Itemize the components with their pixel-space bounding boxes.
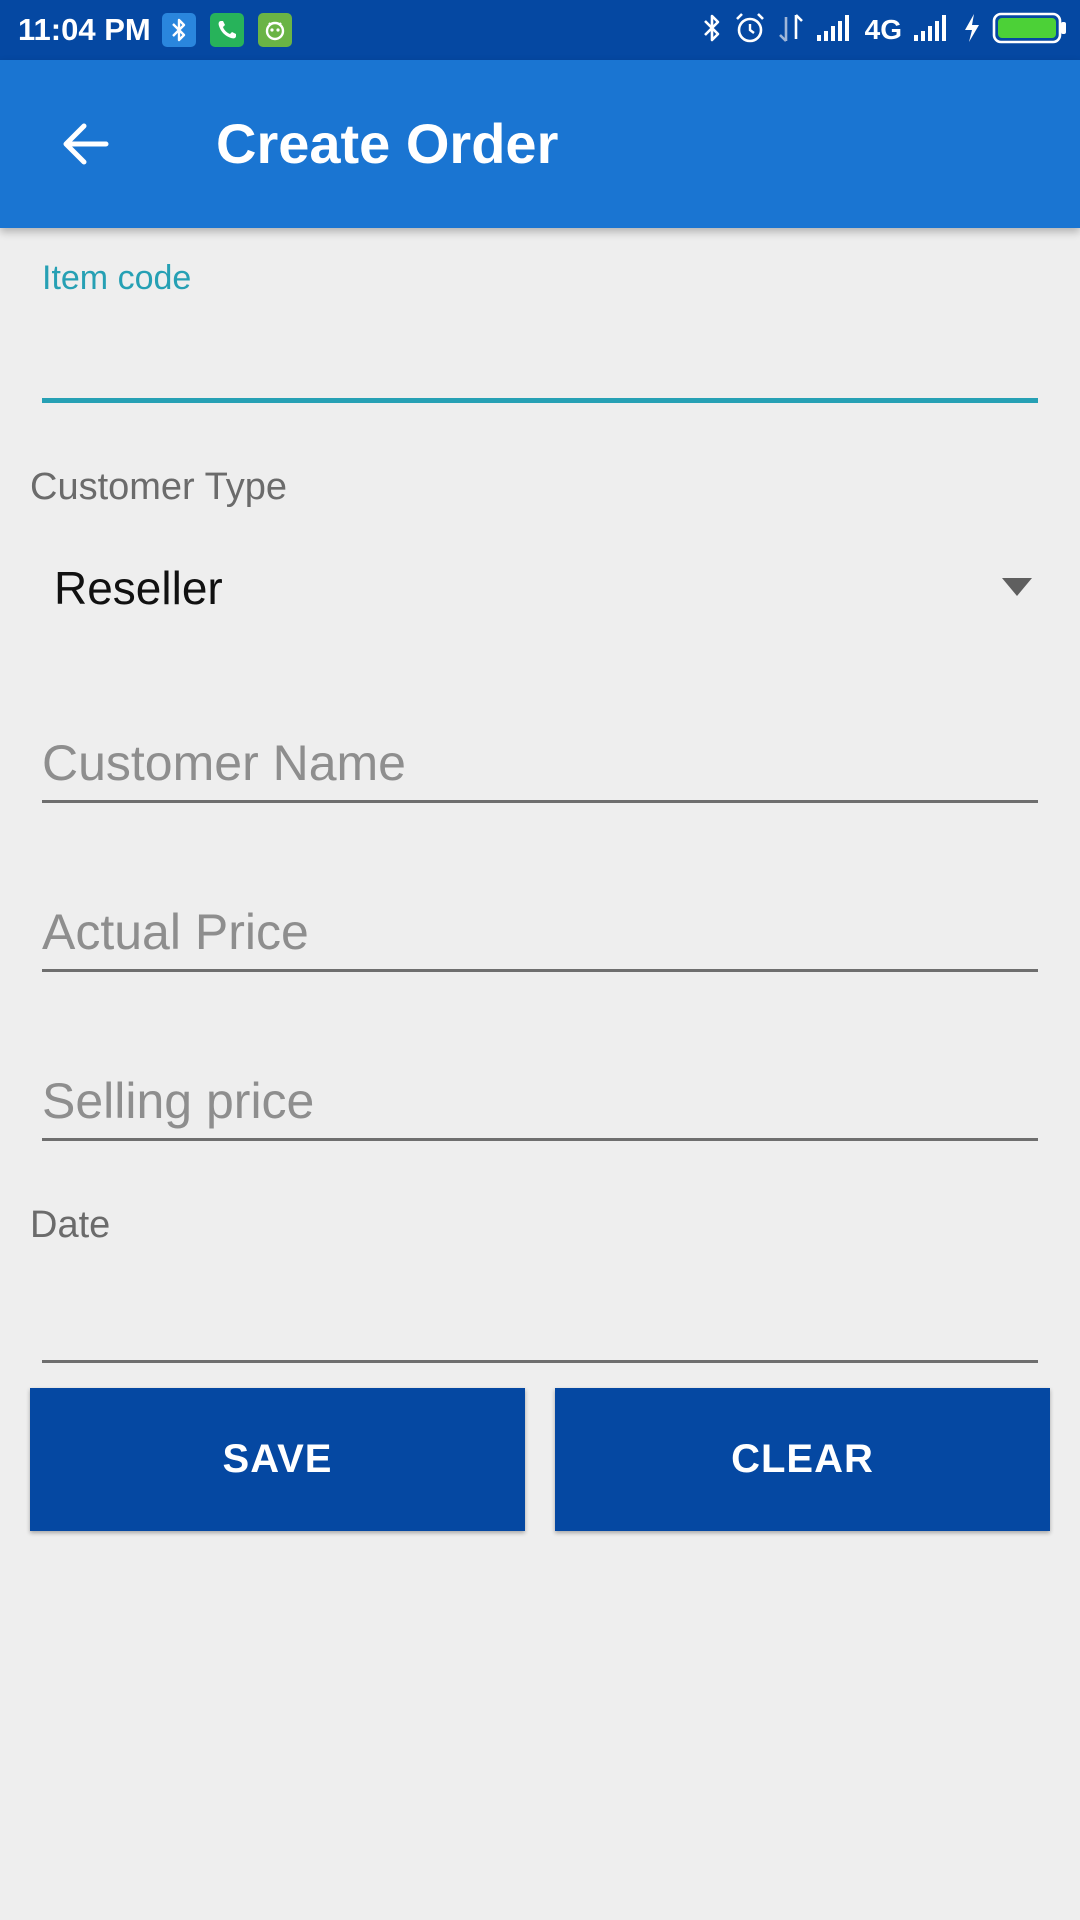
item-code-underline [42, 398, 1038, 403]
back-button[interactable] [42, 100, 130, 188]
dropdown-arrow-icon [1002, 578, 1032, 596]
order-form: Item code Customer Type Reseller Date SA… [0, 228, 1080, 1920]
signal-icon [815, 13, 855, 48]
android-app-icon [258, 13, 292, 47]
selling-price-input[interactable] [42, 1056, 1038, 1146]
page-title: Create Order [216, 112, 559, 175]
date-underline [42, 1360, 1038, 1363]
data-transfer-icon [777, 11, 805, 50]
save-button[interactable]: SAVE [30, 1388, 525, 1531]
customer-type-dropdown[interactable]: Reseller [30, 540, 1050, 636]
status-bar: 11:04 PM 4G [0, 0, 1080, 60]
customer-type-value: Reseller [54, 562, 223, 614]
bluetooth-app-icon [162, 13, 196, 47]
date-label: Date [30, 1204, 111, 1246]
customer-name-underline [42, 800, 1038, 803]
actual-price-input[interactable] [42, 887, 1038, 977]
charging-icon [962, 12, 982, 49]
signal-2-icon [912, 13, 952, 48]
selling-price-underline [42, 1138, 1038, 1141]
customer-name-input[interactable] [42, 718, 1038, 808]
battery-icon [992, 11, 1068, 50]
phone-app-icon [210, 13, 244, 47]
status-time: 11:04 PM [18, 12, 151, 47]
status-icons: 4G [701, 0, 1068, 60]
bluetooth-icon [701, 12, 723, 49]
arrow-back-icon [63, 123, 109, 165]
app-bar: Create Order [0, 60, 1080, 228]
item-code-label: Item code [42, 259, 192, 297]
date-input[interactable] [42, 1268, 1038, 1358]
actual-price-underline [42, 969, 1038, 972]
alarm-icon [733, 11, 767, 50]
customer-type-label: Customer Type [30, 466, 287, 508]
clear-button[interactable]: CLEAR [555, 1388, 1050, 1531]
network-type: 4G [864, 14, 902, 45]
item-code-input[interactable] [42, 308, 1038, 398]
